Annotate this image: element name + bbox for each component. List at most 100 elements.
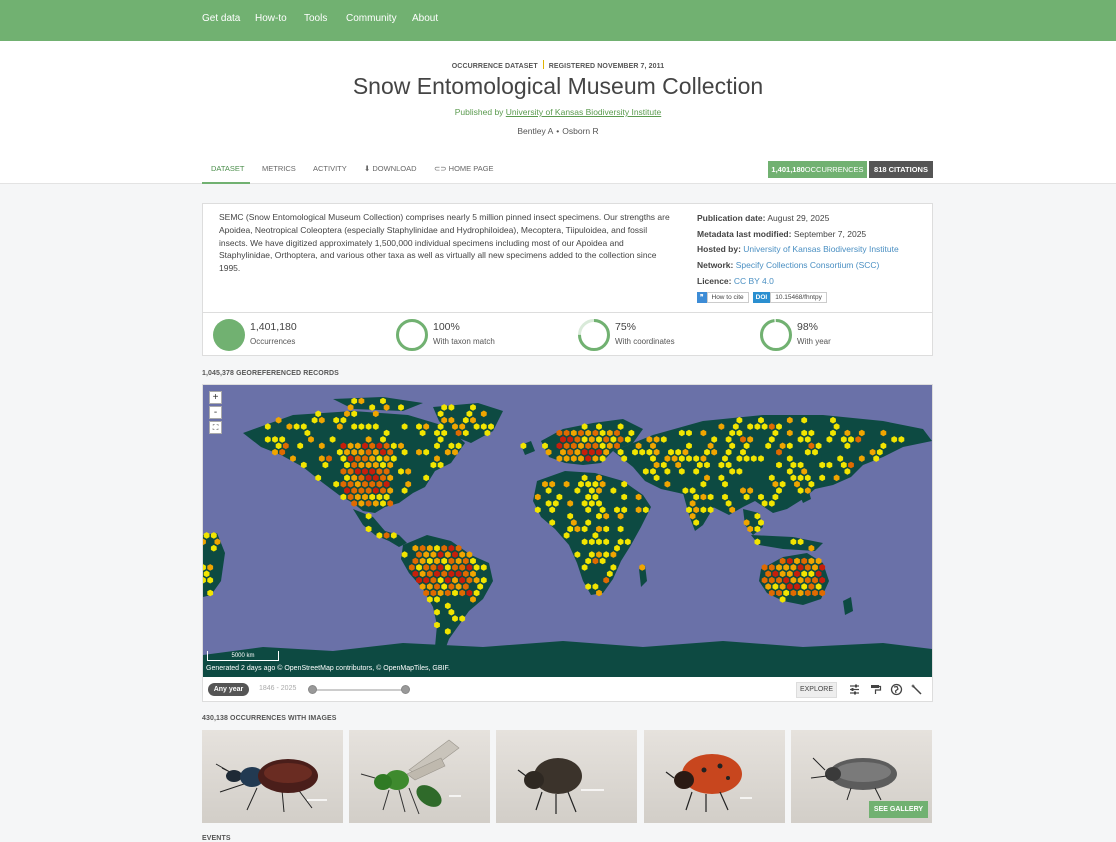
dataset-metadata: Publication date: August 29, 2025 Metada… bbox=[697, 211, 899, 305]
occurrence-map[interactable]: + - ⛶ 5000 km Generated 2 days ago © Ope… bbox=[203, 385, 932, 677]
modified-value: September 7, 2025 bbox=[793, 228, 867, 239]
citations-badge[interactable]: 818 CITATIONS bbox=[869, 161, 933, 178]
ring-progress bbox=[396, 319, 428, 351]
occurrence-map-panel: + - ⛶ 5000 km Generated 2 days ago © Ope… bbox=[202, 384, 933, 702]
tab-dataset[interactable]: DATASET bbox=[211, 164, 244, 173]
stat-value: 100% bbox=[433, 321, 460, 333]
map-scale-bar: 5000 km bbox=[207, 651, 279, 661]
georeferenced-records-label: 1,045,378 GEOREFERENCED RECORDS bbox=[202, 370, 339, 377]
globe-icon[interactable] bbox=[890, 683, 903, 696]
stat-label: With year bbox=[797, 337, 831, 346]
fullscreen-icon[interactable]: ⛶ bbox=[209, 421, 222, 434]
nav-how-to[interactable]: How-to bbox=[255, 13, 287, 24]
zoom-out-button[interactable]: - bbox=[209, 406, 222, 419]
publisher-line: Published by University of Kansas Biodiv… bbox=[0, 107, 1116, 117]
occurrences-circle-icon bbox=[213, 319, 245, 351]
dataset-header: OCCURRENCE DATASET REGISTERED NOVEMBER 7,… bbox=[0, 41, 1116, 184]
see-gallery-button[interactable]: SEE GALLERY bbox=[869, 801, 928, 818]
modified-label: Metadata last modified: bbox=[697, 228, 792, 239]
coordinates-ring bbox=[578, 319, 610, 351]
author-name[interactable]: Bentley A bbox=[517, 126, 553, 136]
dataset-kicker: OCCURRENCE DATASET REGISTERED NOVEMBER 7,… bbox=[0, 60, 1116, 70]
kicker-separator bbox=[542, 60, 544, 69]
author-separator: • bbox=[556, 126, 560, 136]
paint-roller-icon[interactable] bbox=[869, 683, 882, 696]
stat-label: With coordinates bbox=[615, 337, 675, 346]
hosted-label: Hosted by: bbox=[697, 244, 741, 255]
dataset-description: SEMC (Snow Entomological Museum Collecti… bbox=[219, 212, 670, 274]
nav-get-data[interactable]: Get data bbox=[202, 13, 240, 24]
page-title: Snow Entomological Museum Collection bbox=[352, 73, 764, 99]
filter-sliders-icon[interactable] bbox=[848, 683, 861, 696]
gallery-image-beetle[interactable] bbox=[202, 730, 343, 823]
ring-progress bbox=[760, 319, 792, 351]
year-range-label: 1846 - 2025 bbox=[259, 685, 297, 692]
stat-value: 98% bbox=[797, 321, 819, 333]
ladybird-beetle-illustration bbox=[665, 754, 752, 812]
dataset-stats: 1,401,180 Occurrences 100% With taxon ma… bbox=[203, 312, 932, 356]
how-to-cite-button[interactable]: ❞ How to cite bbox=[697, 291, 749, 303]
image-gallery: SEE GALLERY bbox=[202, 730, 933, 823]
magic-wand-icon[interactable] bbox=[910, 683, 923, 696]
top-navigation: Get data How-to Tools Community About bbox=[0, 0, 1116, 41]
pubdate-value: August 29, 2025 bbox=[767, 213, 830, 223]
occurrences-badge-label: OCCURRENCES bbox=[804, 165, 864, 174]
tab-metrics[interactable]: METRICS bbox=[262, 164, 296, 173]
gallery-image-ladybird[interactable] bbox=[644, 730, 785, 823]
author-name[interactable]: Osborn R bbox=[562, 126, 598, 136]
tab-activity[interactable]: ACTIVITY bbox=[313, 164, 347, 173]
world-map bbox=[203, 397, 932, 677]
dataset-summary-card: SEMC (Snow Entomological Museum Collecti… bbox=[202, 203, 933, 356]
images-section-label: 430,138 OCCURRENCES WITH IMAGES bbox=[202, 715, 337, 722]
pubdate-label: Publication date: bbox=[697, 213, 766, 223]
licence-label: Licence: bbox=[697, 275, 732, 286]
events-section-label: EVENTS bbox=[202, 835, 231, 842]
stat-label: Occurrences bbox=[250, 337, 296, 346]
download-icon: ⬇ bbox=[364, 164, 371, 173]
nav-about[interactable]: About bbox=[412, 13, 438, 24]
tab-home-page-label: HOME PAGE bbox=[448, 164, 494, 173]
beetle-illustration bbox=[215, 759, 327, 813]
network-link[interactable]: Specify Collections Consortium (SCC) bbox=[736, 260, 880, 270]
gallery-image-weevil[interactable] bbox=[496, 730, 637, 823]
link-icon: ⊂⊃ bbox=[434, 164, 447, 173]
doi-label: DOI bbox=[752, 291, 771, 303]
stat-value: 75% bbox=[615, 321, 637, 333]
published-by-label: Published by bbox=[454, 107, 504, 117]
year-ring bbox=[760, 319, 792, 351]
publisher-link[interactable]: University of Kansas Biodiversity Instit… bbox=[506, 107, 661, 117]
stat-label: With taxon match bbox=[433, 337, 495, 346]
weevil-illustration bbox=[517, 758, 604, 814]
occurrences-badge[interactable]: 1,401,180OCCURRENCES bbox=[768, 161, 867, 178]
map-attribution: Generated 2 days ago © OpenStreetMap con… bbox=[206, 665, 450, 672]
gallery-image-beetle-gray[interactable]: SEE GALLERY bbox=[791, 730, 932, 823]
year-slider-track[interactable] bbox=[312, 689, 406, 691]
gallery-image-bee[interactable] bbox=[349, 730, 490, 823]
explore-button[interactable]: EXPLORE bbox=[796, 682, 837, 698]
tab-download[interactable]: ⬇ DOWNLOAD bbox=[364, 164, 417, 173]
doi-link[interactable]: DOI 10.15468/fhntpy bbox=[749, 291, 827, 303]
tab-download-label: DOWNLOAD bbox=[372, 164, 417, 173]
authors: Bentley A • Osborn R bbox=[0, 126, 1116, 136]
year-slider-start-handle[interactable] bbox=[308, 685, 317, 694]
taxon-match-ring bbox=[396, 319, 428, 351]
any-year-button[interactable]: Any year bbox=[208, 683, 249, 696]
registered-date: REGISTERED NOVEMBER 7, 2011 bbox=[548, 63, 665, 70]
dataset-type: OCCURRENCE DATASET bbox=[451, 63, 538, 70]
nav-tools[interactable]: Tools bbox=[304, 13, 327, 24]
quote-icon: ❞ bbox=[697, 291, 707, 303]
tab-home-page[interactable]: ⊂⊃ HOME PAGE bbox=[434, 164, 494, 173]
how-to-cite-label: How to cite bbox=[706, 291, 749, 303]
nav-community[interactable]: Community bbox=[346, 13, 397, 24]
hosted-link[interactable]: University of Kansas Biodiversity Instit… bbox=[743, 244, 898, 254]
occurrences-badge-count: 1,401,180 bbox=[771, 165, 805, 174]
stat-value: 1,401,180 bbox=[250, 321, 297, 333]
licence-link[interactable]: CC BY 4.0 bbox=[734, 276, 774, 286]
active-tab-indicator bbox=[202, 182, 250, 184]
network-label: Network: bbox=[697, 260, 734, 271]
zoom-in-button[interactable]: + bbox=[209, 391, 222, 404]
year-slider-end-handle[interactable] bbox=[401, 685, 410, 694]
map-controls: Any year 1846 - 2025 EXPLORE bbox=[203, 677, 932, 701]
bee-illustration bbox=[360, 739, 461, 815]
doi-value: 10.15468/fhntpy bbox=[770, 291, 827, 303]
